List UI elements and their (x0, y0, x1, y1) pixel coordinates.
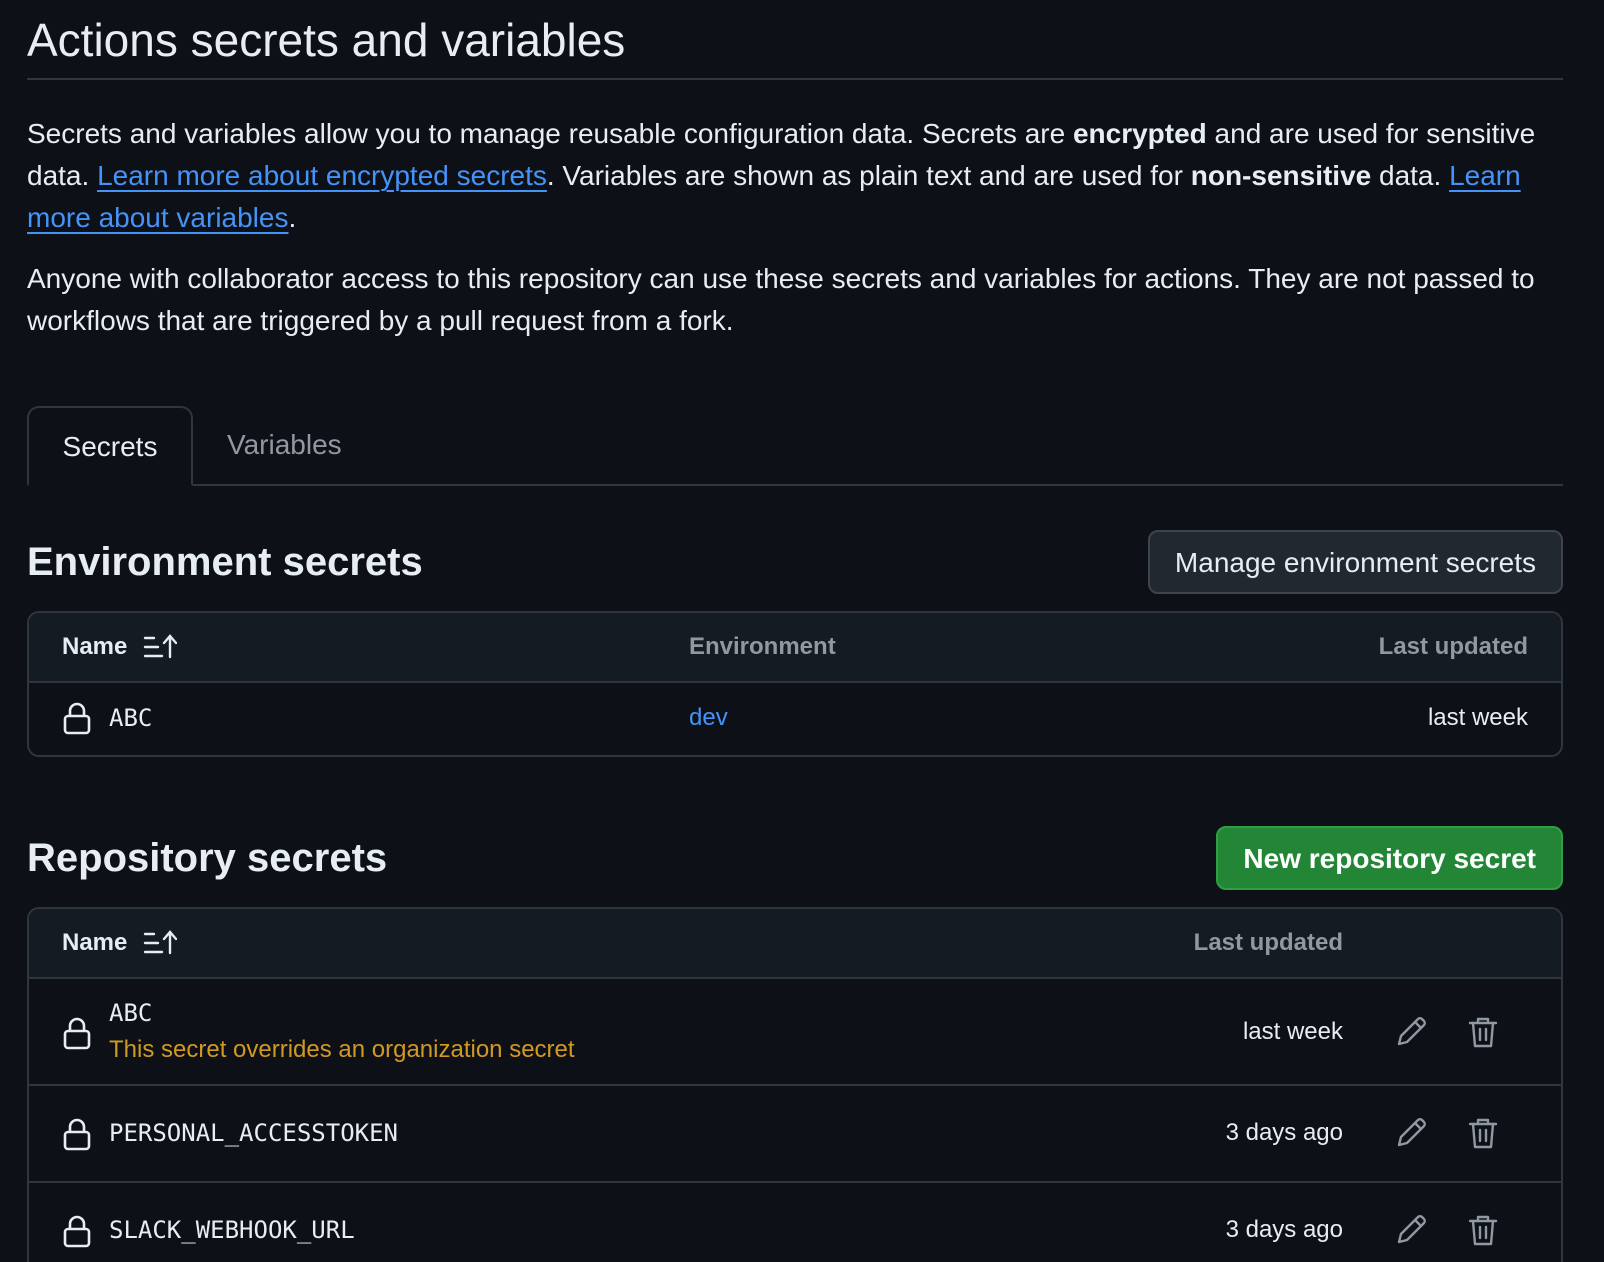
last-updated-value: last week (1427, 704, 1528, 731)
secret-name: SLACK_WEBHOOK_URL (109, 1216, 355, 1244)
environment-secrets-header: Environment secrets Manage environment s… (27, 530, 1563, 594)
secret-name: ABC (109, 704, 153, 732)
tab-bar: Secrets Variables (27, 406, 1563, 486)
new-repository-secret-button[interactable]: New repository secret (1216, 826, 1563, 890)
name-column-header[interactable]: Name (62, 613, 178, 681)
learn-more-secrets-link[interactable]: Learn more about encrypted secrets (97, 160, 547, 191)
name-column-header[interactable]: Name (62, 909, 178, 977)
trash-icon[interactable] (1466, 1213, 1500, 1247)
lock-icon (63, 1017, 91, 1050)
last-updated-column-header: Last updated (1378, 633, 1528, 660)
last-updated-column-header: Last updated (1193, 929, 1343, 956)
table-header: Name Last updated (29, 909, 1561, 979)
environment-column-header: Environment (689, 633, 836, 660)
intro-paragraph: Secrets and variables allow you to manag… (27, 80, 1563, 239)
name-column-label: Name (62, 633, 128, 660)
intro-text-3: . Variables are shown as plain text and … (546, 160, 1191, 191)
intro-text-4: data. (1371, 160, 1450, 191)
environment-secrets-title: Environment secrets (27, 540, 423, 584)
table-row: SLACK_WEBHOOK_URL 3 days ago (29, 1183, 1561, 1262)
pencil-icon[interactable] (1394, 1116, 1428, 1150)
page: Actions secrets and variables Secrets an… (0, 0, 1604, 1262)
sort-ascending-icon (144, 634, 178, 659)
secret-name: ABC (109, 999, 153, 1027)
table-row: ABC dev last week (29, 683, 1561, 755)
lock-icon (63, 702, 91, 735)
repository-secrets-header: Repository secrets New repository secret (27, 826, 1563, 890)
intro-text-5: . (288, 202, 297, 233)
repository-secrets-title: Repository secrets (27, 836, 388, 880)
repository-secrets-table: Name Last updated ABC This secret overri… (27, 907, 1563, 1262)
pencil-icon[interactable] (1394, 1015, 1428, 1049)
intro-text-1: Secrets and variables allow you to manag… (27, 118, 1073, 149)
lock-icon (63, 1118, 91, 1151)
last-updated-value: 3 days ago (1225, 1119, 1343, 1146)
trash-icon[interactable] (1466, 1116, 1500, 1150)
last-updated-value: last week (1242, 1018, 1343, 1045)
settings-content: Actions secrets and variables Secrets an… (27, 0, 1563, 1262)
table-row: PERSONAL_ACCESSTOKEN 3 days ago (29, 1086, 1561, 1183)
secret-name: PERSONAL_ACCESSTOKEN (109, 1119, 398, 1147)
manage-environment-secrets-button[interactable]: Manage environment secrets (1147, 530, 1563, 594)
intro-bold-encrypted: encrypted (1072, 118, 1207, 149)
environment-secrets-table: Name Environment Last updated ABC dev la… (27, 611, 1563, 757)
pencil-icon[interactable] (1394, 1213, 1428, 1247)
environment-link[interactable]: dev (689, 704, 728, 732)
trash-icon[interactable] (1466, 1015, 1500, 1049)
sort-ascending-icon (144, 930, 178, 955)
lock-icon (63, 1215, 91, 1248)
table-row: ABC This secret overrides an organizatio… (29, 979, 1561, 1086)
collaborator-note: Anyone with collaborator access to this … (27, 263, 1535, 336)
tab-secrets[interactable]: Secrets (27, 406, 193, 486)
table-header: Name Environment Last updated (29, 613, 1561, 683)
name-column-label: Name (62, 929, 128, 956)
page-title: Actions secrets and variables (27, 0, 1563, 80)
override-warning: This secret overrides an organization se… (109, 1036, 575, 1063)
tab-variables[interactable]: Variables (227, 406, 342, 486)
intro-bold-non-sensitive: non-sensitive (1190, 160, 1372, 191)
last-updated-value: 3 days ago (1225, 1216, 1343, 1243)
